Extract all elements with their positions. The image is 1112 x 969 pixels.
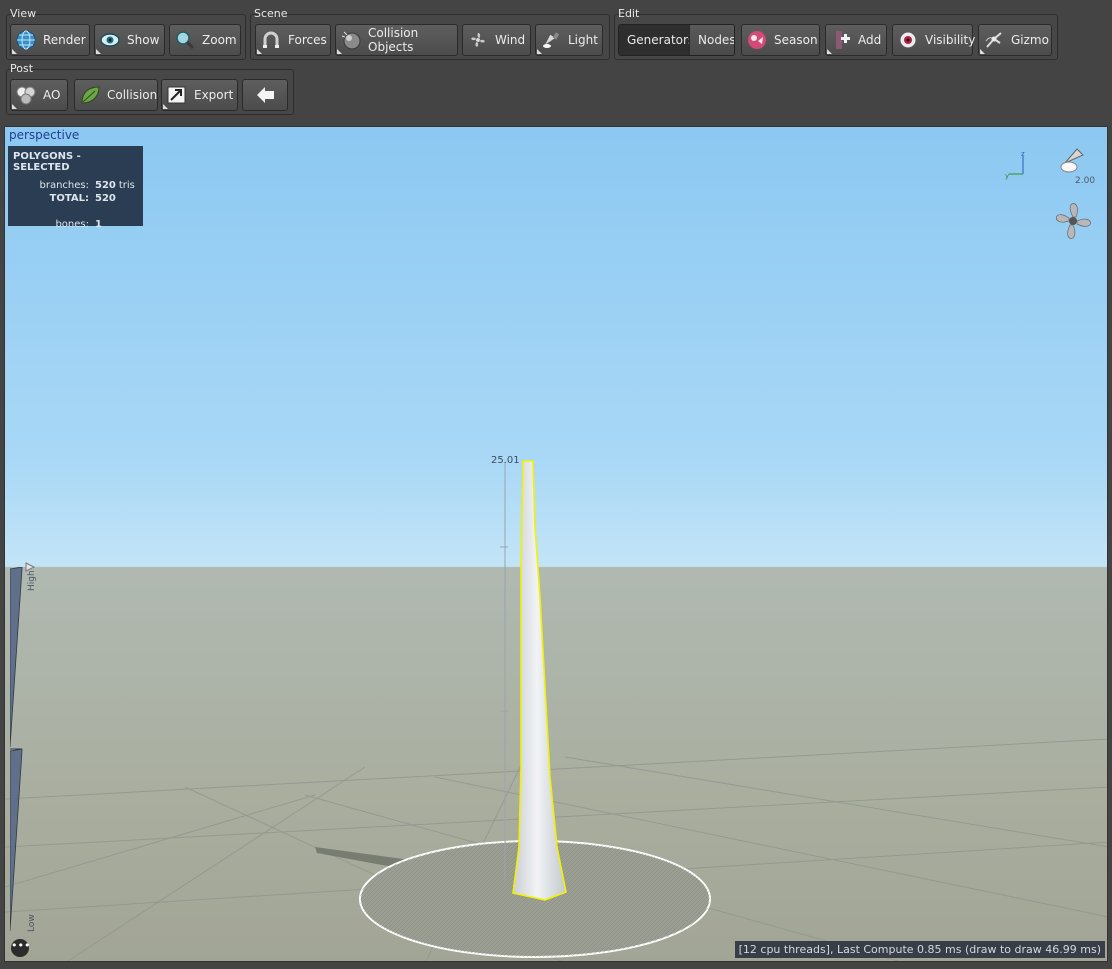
- menu-corner-icon: [96, 49, 101, 54]
- svg-text:z: z: [1021, 150, 1025, 158]
- edit-group-label: Edit: [618, 7, 640, 20]
- globe-icon: [16, 30, 36, 50]
- collision-button-label: Collision: [107, 88, 158, 102]
- fan-icon: [470, 32, 486, 48]
- 3d-viewport[interactable]: z y perspective POLYGONS - SELECTED bran…: [4, 126, 1108, 962]
- height-value-label: 25.01: [491, 455, 520, 466]
- magnet-icon: [263, 31, 279, 48]
- edit-mode-tabs: Generators Nodes: [618, 24, 735, 56]
- view-group-label: View: [10, 7, 37, 20]
- branches-label: branches:: [39, 180, 90, 191]
- zoom-button[interactable]: Zoom: [169, 24, 241, 56]
- status-bar: [12 cpu threads], Last Compute 0.85 ms (…: [734, 941, 1105, 958]
- ao-button-label: AO: [43, 88, 61, 102]
- camera-label[interactable]: perspective: [9, 128, 79, 142]
- post-group-label: Post: [10, 62, 34, 75]
- tree-trunk: [512, 460, 567, 901]
- ao-icon: [16, 86, 36, 105]
- leaf-icon: [81, 86, 100, 104]
- total-value: 520: [95, 193, 116, 204]
- add-button[interactable]: Add: [825, 24, 887, 56]
- branches-unit: tris: [118, 180, 135, 191]
- menu-corner-icon: [537, 49, 542, 54]
- collision-button[interactable]: Collision: [74, 79, 158, 111]
- wind-button[interactable]: Wind: [462, 24, 531, 56]
- collision-objects-button-label: Collision Objects: [368, 26, 419, 54]
- total-label: TOTAL:: [49, 193, 89, 204]
- menu-corner-icon: [163, 104, 168, 109]
- slider-high-label: High: [27, 570, 37, 591]
- more-options-button[interactable]: •••: [11, 939, 30, 957]
- tab-nodes[interactable]: Nodes: [689, 25, 734, 55]
- gizmo-button-label: Gizmo: [1011, 33, 1049, 47]
- axis-gizmo: z y: [1005, 150, 1025, 180]
- export-button-label: Export: [194, 88, 234, 102]
- forces-button[interactable]: Forces: [255, 24, 331, 56]
- gizmo-button[interactable]: Gizmo: [978, 24, 1052, 56]
- menu-corner-icon: [257, 49, 262, 54]
- season-icon: [748, 31, 766, 49]
- bones-label: bones:: [55, 219, 89, 230]
- magnifier-icon: [176, 31, 195, 50]
- render-button[interactable]: Render: [10, 24, 90, 56]
- eye-visibility-icon: [899, 31, 917, 49]
- menu-corner-icon: [12, 49, 17, 54]
- sphere-icon: [341, 31, 361, 50]
- show-button-label: Show: [127, 33, 160, 47]
- add-icon: [836, 31, 850, 49]
- season-button-label: Season: [774, 33, 818, 47]
- camera-zoom-value: 2.00: [1075, 176, 1096, 186]
- spotlight-icon: [542, 32, 560, 48]
- scene-render: z y: [5, 148, 1107, 961]
- back-arrow-icon: [257, 87, 274, 103]
- scene-group-label: Scene: [254, 7, 288, 20]
- menu-corner-icon: [827, 49, 832, 54]
- svg-text:y: y: [1005, 172, 1009, 180]
- gizmo-icon: [985, 32, 1002, 48]
- menu-corner-icon: [12, 104, 17, 109]
- wind-button-label: Wind: [495, 33, 526, 47]
- export-button[interactable]: Export: [161, 79, 238, 111]
- viewport-light-icon: [1060, 148, 1084, 173]
- polygon-info-panel: POLYGONS - SELECTED branches: 520 tris T…: [8, 146, 143, 230]
- season-button[interactable]: Season: [741, 24, 820, 56]
- viewport-wind-icon: [1055, 203, 1091, 239]
- menu-corner-icon: [337, 49, 342, 54]
- visibility-button[interactable]: Visibility: [892, 24, 976, 56]
- back-button[interactable]: [242, 79, 288, 111]
- slider-low-label: Low: [27, 914, 37, 932]
- add-button-label: Add: [858, 33, 882, 47]
- collision-objects-button[interactable]: Collision Objects: [335, 24, 458, 56]
- show-button[interactable]: Show: [94, 24, 165, 56]
- ao-button[interactable]: AO: [10, 79, 68, 111]
- menu-corner-icon: [980, 49, 985, 54]
- light-button-label: Light: [568, 33, 598, 47]
- bones-value: 1: [95, 219, 102, 230]
- lod-slider[interactable]: [9, 566, 24, 933]
- light-button[interactable]: Light: [535, 24, 603, 56]
- render-button-label: Render: [43, 33, 86, 47]
- polygon-info-title: POLYGONS - SELECTED: [13, 151, 81, 173]
- tab-generators[interactable]: Generators: [619, 25, 694, 55]
- branches-value: 520: [95, 180, 116, 191]
- zoom-button-label: Zoom: [202, 33, 237, 47]
- forces-button-label: Forces: [288, 33, 327, 47]
- export-icon: [167, 86, 186, 104]
- visibility-button-label: Visibility: [925, 33, 976, 47]
- lod-slider-track: [9, 566, 23, 932]
- eye-icon: [100, 33, 120, 47]
